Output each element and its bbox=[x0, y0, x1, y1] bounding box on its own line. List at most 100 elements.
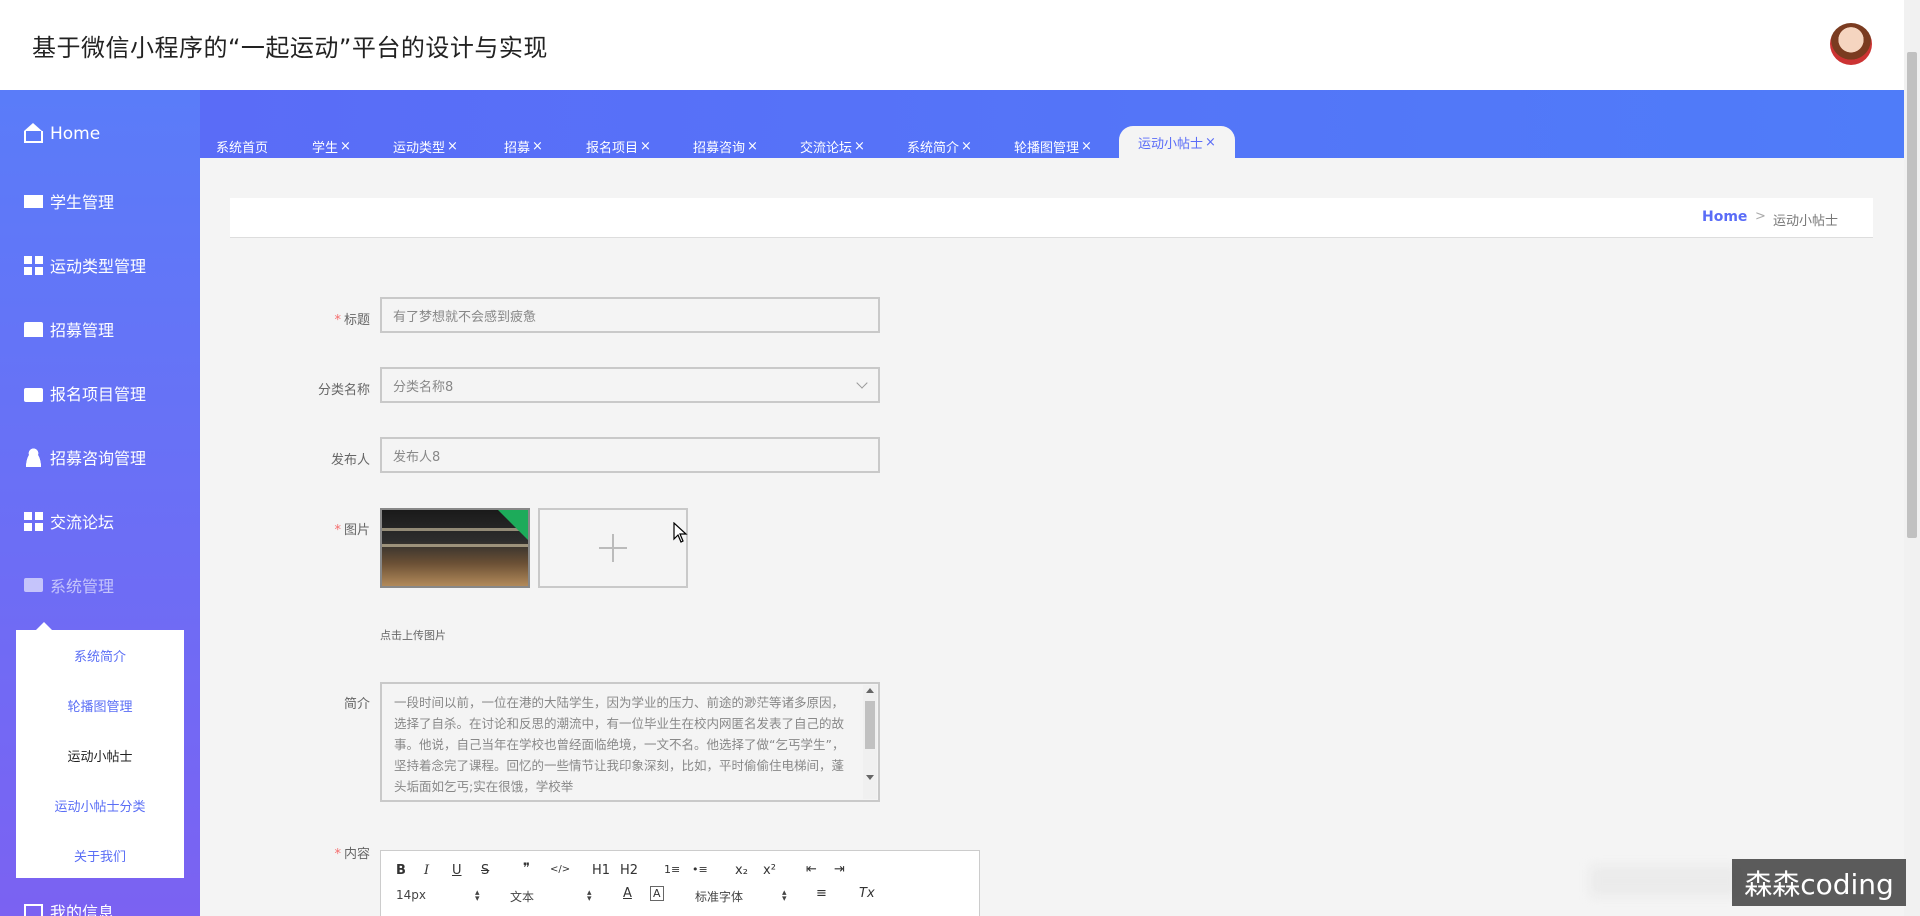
grid-icon bbox=[24, 255, 43, 275]
submenu-item-carousel[interactable]: 轮播图管理 bbox=[16, 696, 184, 715]
tab-carousel[interactable]: 轮播图管理 × bbox=[1014, 134, 1092, 158]
font-color-button[interactable]: A bbox=[623, 886, 632, 901]
submenu-item-system-intro[interactable]: 系统简介 bbox=[16, 646, 184, 665]
bullet-list-button[interactable]: •≡ bbox=[692, 863, 708, 876]
select-arrows-icon: ▾ bbox=[475, 894, 480, 904]
sidebar-item-system[interactable]: 系统管理 bbox=[24, 570, 114, 600]
rich-text-editor[interactable]: B I U S ❞ </> H1 H2 1≡ •≡ x₂ x² ⇤ ⇥ 14px… bbox=[380, 850, 980, 916]
scroll-up-icon[interactable] bbox=[866, 688, 874, 693]
italic-button[interactable]: I bbox=[424, 863, 429, 878]
plus-icon bbox=[599, 534, 627, 562]
subscript-button[interactable]: x₂ bbox=[735, 863, 748, 878]
tab-recruit[interactable]: 招募 × bbox=[504, 134, 543, 158]
underline-button[interactable]: U bbox=[452, 863, 462, 878]
user-icon bbox=[24, 447, 43, 467]
tab-recruit-consult[interactable]: 招募咨询 × bbox=[693, 134, 758, 158]
tab-bar: 系统首页 学生 × 运动类型 × 招募 × 报名项目 × 招募咨询 × 交流论坛 × 系统简… bbox=[200, 90, 1904, 158]
h1-button[interactable]: H1 bbox=[592, 863, 610, 878]
tab-forum[interactable]: 交流论坛 × bbox=[800, 134, 865, 158]
font-size-select[interactable]: 14px bbox=[396, 888, 426, 902]
textarea-scrollbar[interactable] bbox=[863, 685, 877, 799]
breadcrumb-home[interactable]: Home bbox=[1702, 209, 1747, 225]
title-input[interactable]: 有了梦想就不会感到疲惫 bbox=[380, 297, 880, 333]
tab-close-icon[interactable]: × bbox=[747, 139, 758, 154]
image-label: * 图片 bbox=[290, 519, 370, 538]
category-select-value: 分类名称8 bbox=[393, 379, 454, 395]
block-type-select[interactable]: 文本 bbox=[510, 888, 534, 905]
font-family-select[interactable]: 标准字体 bbox=[695, 888, 743, 905]
watermark-shadow bbox=[1590, 866, 1740, 896]
top-header: 基于微信小程序的“一起运动”平台的设计与实现 bbox=[0, 0, 1904, 90]
submenu-item-about[interactable]: 关于我们 bbox=[16, 846, 184, 865]
tab-system-intro[interactable]: 系统简介 × bbox=[907, 134, 972, 158]
scroll-thumb[interactable] bbox=[865, 701, 875, 749]
sidebar-item-label: 报名项目管理 bbox=[50, 385, 147, 404]
publisher-label: 发布人 bbox=[330, 453, 370, 468]
select-arrows-icon: ▾ bbox=[782, 894, 787, 904]
tab-close-icon[interactable]: × bbox=[1081, 139, 1092, 154]
tab-close-icon[interactable]: × bbox=[447, 139, 458, 154]
tab-close-icon[interactable]: × bbox=[961, 139, 972, 154]
select-arrows-icon: ▾ bbox=[587, 894, 592, 904]
sidebar-item-label: 运动类型管理 bbox=[50, 257, 147, 276]
submenu-item-tip-categories[interactable]: 运动小帖士分类 bbox=[16, 796, 184, 815]
id-card-icon bbox=[24, 904, 43, 916]
sidebar-item-my-info[interactable]: 我的信息 bbox=[24, 896, 114, 916]
h2-button[interactable]: H2 bbox=[620, 863, 638, 878]
category-select[interactable]: 分类名称8 bbox=[380, 367, 880, 403]
tab-label: 运动类型 bbox=[393, 140, 446, 156]
breadcrumb: Home > 运动小帖士 bbox=[230, 198, 1873, 238]
page-scrollbar[interactable] bbox=[1904, 0, 1920, 916]
intro-label: 简介 bbox=[343, 697, 370, 712]
sidebar-item-label: 我的信息 bbox=[50, 903, 115, 916]
blockquote-button[interactable]: ❞ bbox=[523, 861, 530, 876]
image-upload-button[interactable] bbox=[538, 508, 688, 588]
sidebar-item-sport-types[interactable]: 运动类型管理 bbox=[24, 250, 146, 280]
sidebar-item-forum[interactable]: 交流论坛 bbox=[24, 506, 114, 536]
chevron-down-icon bbox=[856, 377, 868, 389]
tab-label: 轮播图管理 bbox=[1014, 140, 1080, 156]
page-scroll-thumb[interactable] bbox=[1907, 52, 1917, 538]
briefcase-icon bbox=[24, 387, 43, 402]
publisher-input[interactable]: 发布人8 bbox=[380, 437, 880, 473]
sidebar-item-students[interactable]: 学生管理 bbox=[24, 186, 114, 216]
code-button[interactable]: </> bbox=[550, 864, 570, 875]
sidebar-item-label: 学生管理 bbox=[50, 193, 115, 212]
outdent-button[interactable]: ⇤ bbox=[806, 862, 817, 877]
sidebar-item-signup-items[interactable]: 报名项目管理 bbox=[24, 378, 146, 408]
background-color-button[interactable]: A bbox=[650, 886, 664, 901]
align-button[interactable]: ≡ bbox=[816, 886, 827, 901]
required-mark: * bbox=[334, 523, 341, 538]
clear-format-button[interactable]: Tx bbox=[859, 886, 875, 901]
indent-button[interactable]: ⇥ bbox=[834, 862, 845, 877]
tab-label: 报名项目 bbox=[586, 140, 639, 156]
tab-close-icon[interactable]: × bbox=[854, 139, 865, 154]
tab-signup-items[interactable]: 报名项目 × bbox=[586, 134, 651, 158]
scroll-down-icon[interactable] bbox=[866, 775, 874, 780]
tab-close-icon[interactable]: × bbox=[640, 139, 651, 154]
intro-textarea[interactable]: 一段时间以前，一位在港的大陆学生，因为学业的压力、前途的渺茫等诸多原因，选择了自… bbox=[380, 682, 880, 802]
superscript-button[interactable]: x² bbox=[763, 863, 776, 878]
uploaded-image-thumbnail[interactable] bbox=[380, 508, 530, 588]
required-mark: * bbox=[334, 847, 341, 862]
bold-button[interactable]: B bbox=[396, 863, 406, 878]
tab-close-icon[interactable]: × bbox=[340, 139, 351, 154]
tab-close-icon[interactable]: × bbox=[1205, 135, 1216, 150]
tab-label: 学生 bbox=[312, 140, 339, 156]
tab-students[interactable]: 学生 × bbox=[312, 134, 351, 158]
sidebar-item-recruit-consult[interactable]: 招募咨询管理 bbox=[24, 442, 146, 472]
ordered-list-button[interactable]: 1≡ bbox=[664, 863, 680, 876]
title-label: * 标题 bbox=[290, 309, 370, 328]
user-avatar[interactable] bbox=[1830, 23, 1872, 65]
tab-label: 招募 bbox=[504, 140, 531, 156]
sidebar-item-label: 系统管理 bbox=[50, 577, 115, 596]
sidebar-item-home[interactable]: Home bbox=[24, 119, 100, 149]
sidebar-item-recruit[interactable]: 招募管理 bbox=[24, 314, 114, 344]
tab-home[interactable]: 系统首页 bbox=[216, 134, 268, 158]
submenu-item-sport-tips[interactable]: 运动小帖士 bbox=[16, 746, 184, 765]
tab-close-icon[interactable]: × bbox=[532, 139, 543, 154]
strike-button[interactable]: S bbox=[481, 863, 489, 878]
tab-label: 招募咨询 bbox=[693, 140, 746, 156]
tab-sport-tips[interactable]: 运动小帖士 × bbox=[1119, 126, 1235, 158]
tab-sport-types[interactable]: 运动类型 × bbox=[393, 134, 458, 158]
